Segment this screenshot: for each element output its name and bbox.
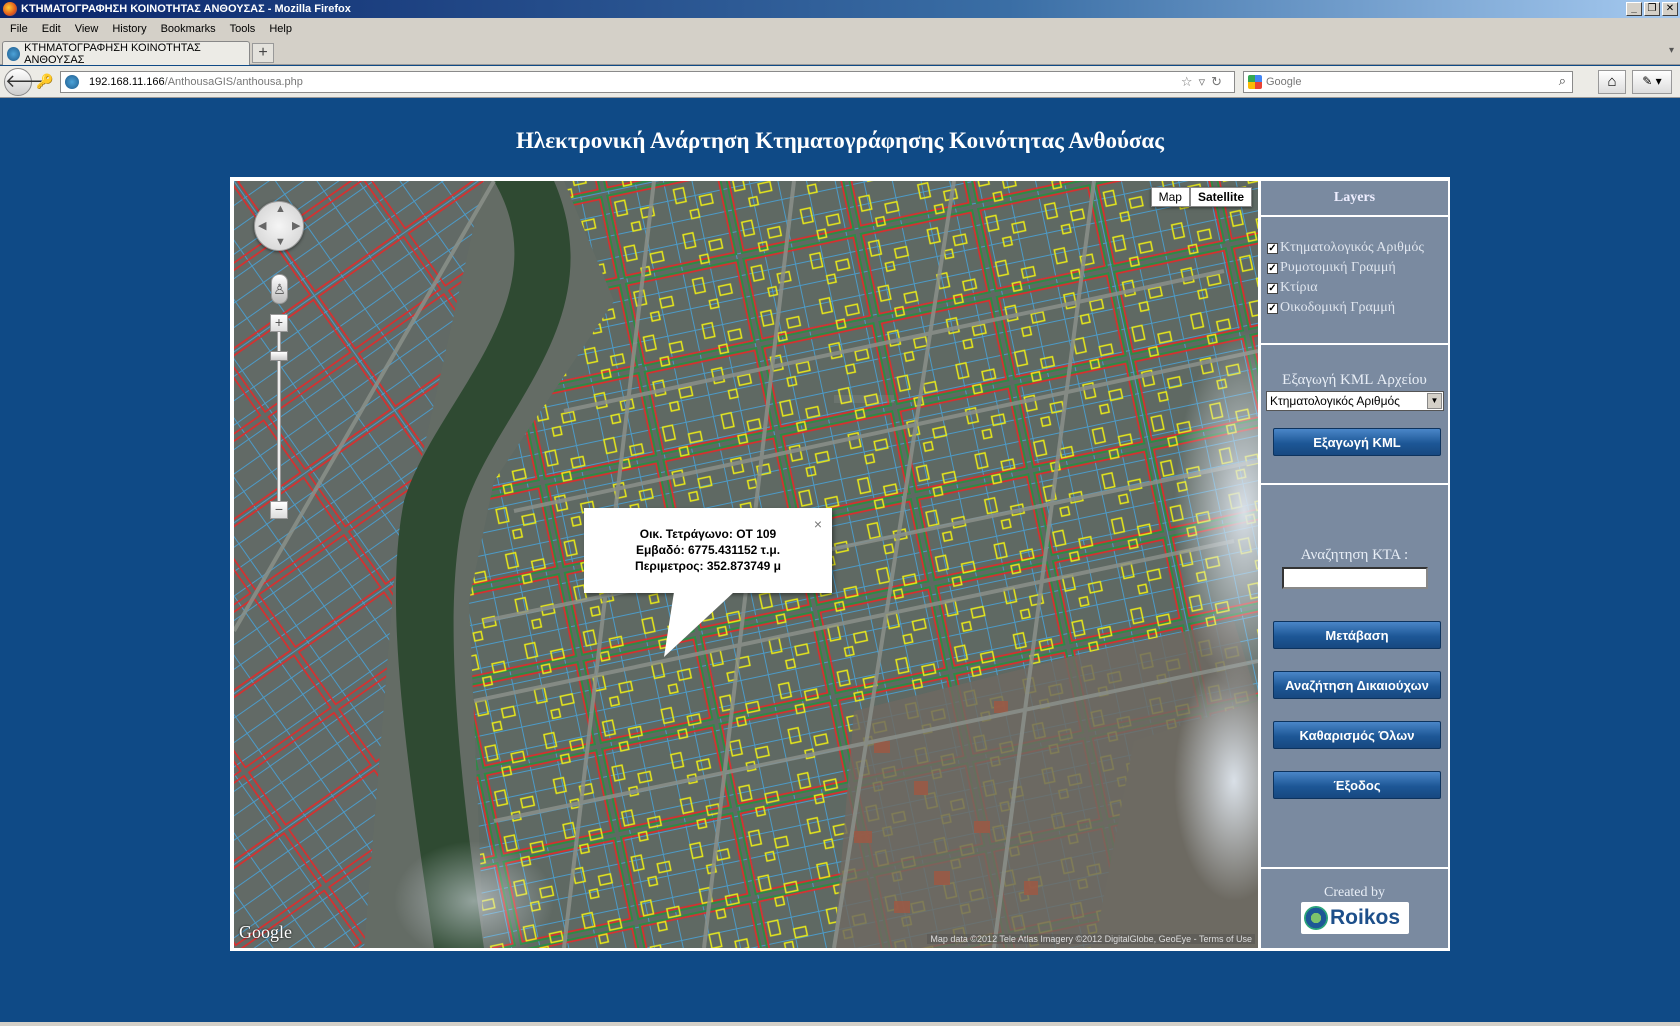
addon-toolbar-button[interactable]: ✎ ▾ <box>1632 70 1672 94</box>
menu-view[interactable]: View <box>68 23 106 35</box>
layer-checkbox[interactable]: ✓ <box>1267 302 1278 314</box>
layer-list: ✓ Κτηματολογικός Αριθμός ✓ Ρυμοτομική Γρ… <box>1267 238 1424 318</box>
exit-button[interactable]: Έξοδος <box>1273 771 1441 799</box>
export-kml-button[interactable]: Εξαγωγή KML <box>1273 428 1441 456</box>
menu-help[interactable]: Help <box>262 23 299 35</box>
tab-anthousa[interactable]: ΚΤΗΜΑΤΟΓΡΑΦΗΣΗ ΚΟΙΝΟΤΗΤΑΣ ΑΝΘΟΥΣΑΣ <box>2 41 250 66</box>
layer-label: Ρυμοτομική Γραμμή <box>1280 260 1396 275</box>
url-host: 192.168.11.166 <box>89 76 165 88</box>
side-panel: Layers ✓ Κτηματολογικός Αριθμός ✓ Ρυμοτο… <box>1261 181 1448 948</box>
export-section: Εξαγωγή KML Αρχείου Κτηματολογικός Αριθμ… <box>1261 345 1448 485</box>
search-kta-label: Αναζητηση ΚΤΑ : <box>1300 547 1409 563</box>
pan-control[interactable]: ▲ ▼ ◀ ▶ <box>254 201 304 251</box>
window-titlebar: ΚΤΗΜΑΤΟΓΡΑΦΗΣΗ ΚΟΙΝΟΤΗΤΑΣ ΑΝΘΟΥΣΑΣ - Moz… <box>0 0 1680 18</box>
export-select-value: Κτηματολογικός Αριθμός <box>1270 394 1400 408</box>
new-tab-button[interactable]: + <box>252 43 274 63</box>
export-layer-select[interactable]: Κτηματολογικός Αριθμός ▼ <box>1266 391 1444 411</box>
firefox-icon <box>3 2 17 16</box>
layer-row[interactable]: ✓ Κτηματολογικός Αριθμός <box>1267 238 1424 258</box>
map-type-satellite-button[interactable]: Satellite <box>1189 187 1252 207</box>
restore-button[interactable]: ❐ <box>1644 2 1660 16</box>
menubar: File Edit View History Bookmarks Tools H… <box>0 18 1680 39</box>
clear-all-button[interactable]: Καθαρισμός Όλων <box>1273 721 1441 749</box>
credits-section: Created by Roikos <box>1261 869 1448 948</box>
go-button[interactable]: Μετάβαση <box>1273 621 1441 649</box>
minimize-button[interactable]: _ <box>1626 2 1642 16</box>
tab-label: ΚΤΗΜΑΤΟΓΡΑΦΗΣΗ ΚΟΙΝΟΤΗΤΑΣ ΑΝΘΟΥΣΑΣ <box>24 41 201 66</box>
search-icon[interactable]: ⌕ <box>1559 73 1566 89</box>
google-logo: Google <box>239 922 292 942</box>
info-perimeter: Περιμετρος: 352.873749 μ <box>635 559 781 573</box>
window-title: ΚΤΗΜΑΤΟΓΡΑΦΗΣΗ ΚΟΙΝΟΤΗΤΑΣ ΑΝΘΟΥΣΑΣ - Moz… <box>21 3 351 15</box>
menu-history[interactable]: History <box>105 23 153 35</box>
pan-up-icon[interactable]: ▲ <box>275 203 286 215</box>
layers-title: Layers <box>1261 181 1448 217</box>
site-identity-icon <box>65 75 79 89</box>
layer-row[interactable]: ✓ Κτίρια <box>1267 278 1424 298</box>
navigation-toolbar: 🡐 🔑 192.168.11.166/AnthousaGIS/anthousa.… <box>0 66 1680 98</box>
search-section: Αναζητηση ΚΤΑ : Μετάβαση Αναζήτηση Δικαι… <box>1261 485 1448 869</box>
search-placeholder: Google <box>1266 76 1302 88</box>
layer-checkbox[interactable]: ✓ <box>1267 242 1278 254</box>
parcel-info-window: × Οικ. Τετράγωνο: ΟΤ 109 Εμβαδό: 6775.43… <box>584 508 832 593</box>
map-attribution[interactable]: Map data ©2012 Tele Atlas Imagery ©2012 … <box>927 934 1255 944</box>
pan-down-icon[interactable]: ▼ <box>275 236 286 248</box>
bookmark-star-icon[interactable]: ☆▿↻ <box>1181 74 1228 90</box>
menu-edit[interactable]: Edit <box>35 23 68 35</box>
site-favicon-icon <box>7 46 21 61</box>
menu-bookmarks[interactable]: Bookmarks <box>154 23 223 35</box>
layer-label: Κτηματολογικός Αριθμός <box>1280 240 1424 255</box>
close-window-button[interactable]: ✕ <box>1662 2 1678 16</box>
layer-row[interactable]: ✓ Ρυμοτομική Γραμμή <box>1267 258 1424 278</box>
tab-list-chevron-icon[interactable]: ▾ <box>1669 45 1674 56</box>
pan-left-icon[interactable]: ◀ <box>258 219 266 232</box>
roikos-logo[interactable]: Roikos <box>1301 902 1409 934</box>
close-icon[interactable]: × <box>814 516 822 532</box>
search-owners-button[interactable]: Αναζήτηση Δικαιούχων <box>1273 671 1441 699</box>
google-engine-icon[interactable] <box>1248 75 1262 89</box>
status-bar <box>0 1022 1680 1026</box>
pan-right-icon[interactable]: ▶ <box>292 219 300 232</box>
tab-strip: ΚΤΗΜΑΤΟΓΡΑΦΗΣΗ ΚΟΙΝΟΤΗΤΑΣ ΑΝΘΟΥΣΑΣ + ▾ <box>0 39 1680 66</box>
zoom-out-button[interactable]: − <box>270 501 288 519</box>
gis-app-frame: Map Satellite ▲ ▼ ◀ ▶ ♙ + − × Οικ. Τετρά… <box>230 177 1450 951</box>
info-block-id: Οικ. Τετράγωνο: ΟΤ 109 <box>639 527 777 541</box>
search-bar[interactable]: Google ⌕ <box>1243 71 1573 93</box>
street-view-pegman-icon[interactable]: ♙ <box>271 274 288 304</box>
chevron-down-icon[interactable]: ▼ <box>1427 393 1442 409</box>
layer-label: Κτίρια <box>1280 280 1318 295</box>
zoom-in-button[interactable]: + <box>270 314 288 332</box>
layer-row[interactable]: ✓ Οικοδομική Γραμμή <box>1267 298 1424 318</box>
url-path: /AnthousaGIS/anthousa.php <box>164 76 303 88</box>
layer-checkbox[interactable]: ✓ <box>1267 282 1278 294</box>
identity-key-icon[interactable]: 🔑 <box>36 73 53 90</box>
map-type-map-button[interactable]: Map <box>1150 187 1190 207</box>
export-kml-label: Εξαγωγή KML Αρχείου <box>1282 372 1427 388</box>
map-type-control: Map Satellite <box>1150 187 1252 207</box>
roikos-logo-text: Roikos <box>1330 906 1401 929</box>
layer-checkbox[interactable]: ✓ <box>1267 262 1278 274</box>
satellite-map[interactable]: Map Satellite ▲ ▼ ◀ ▶ ♙ + − × Οικ. Τετρά… <box>234 181 1258 948</box>
page-title: Ηλεκτρονική Ανάρτηση Κτηματογράφησης Κοι… <box>516 128 1164 153</box>
search-kta-input[interactable] <box>1282 567 1428 589</box>
back-button[interactable]: 🡐 <box>4 68 53 96</box>
window-controls: _ ❐ ✕ <box>1626 2 1678 16</box>
roikos-emblem-icon <box>1304 906 1328 930</box>
url-bar[interactable]: 192.168.11.166/AnthousaGIS/anthousa.php … <box>60 71 1235 93</box>
created-by-label: Created by <box>1323 885 1386 900</box>
layer-label: Οικοδομική Γραμμή <box>1280 300 1396 315</box>
home-button[interactable]: ⌂ <box>1598 70 1626 94</box>
layers-section: Layers ✓ Κτηματολογικός Αριθμός ✓ Ρυμοτο… <box>1261 181 1448 345</box>
menu-tools[interactable]: Tools <box>223 23 263 35</box>
menu-file[interactable]: File <box>3 23 35 35</box>
info-area: Εμβαδό: 6775.431152 τ.μ. <box>635 543 781 557</box>
info-window-tail <box>664 592 734 657</box>
zoom-slider-handle[interactable] <box>270 351 288 361</box>
